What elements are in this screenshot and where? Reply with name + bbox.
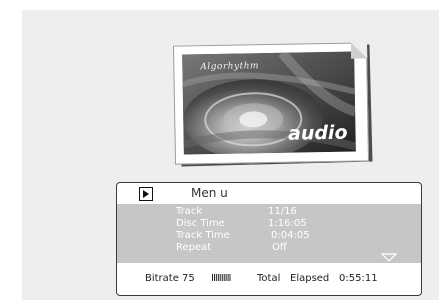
- info-label: Track: [176, 206, 203, 217]
- album-art-card: Algorhythm audio: [172, 42, 370, 165]
- info-value: 0:04:05: [271, 230, 310, 241]
- info-value: 1:16:05: [268, 218, 307, 229]
- info-label: Repeat: [176, 242, 212, 253]
- info-row-repeat: Repeat Off: [176, 242, 376, 254]
- page-curl-corner: [350, 42, 368, 59]
- now-playing-panel: Men u Track 11/16 Disc Time 1:16:05 Trac…: [116, 182, 422, 296]
- bitrate-label: Bitrate 75: [145, 273, 195, 284]
- status-bar: Bitrate 75 IIIIIIIIII Total Elapsed 0:55…: [117, 269, 421, 289]
- panel-header: Men u: [117, 183, 421, 204]
- info-row-track-time: Track Time 0:04:05: [176, 230, 376, 242]
- total-label: Total: [257, 273, 281, 284]
- menu-button[interactable]: Men u: [191, 186, 228, 200]
- elapsed-time: 0:55:11: [339, 273, 378, 284]
- down-arrow-icon[interactable]: [381, 253, 397, 262]
- track-info-block: Track 11/16 Disc Time 1:16:05 Track Time…: [117, 204, 421, 263]
- bitrate-meter: IIIIIIIIII: [211, 273, 231, 284]
- info-value: 11/16: [268, 206, 297, 217]
- play-icon[interactable]: [139, 187, 153, 201]
- info-value: Off: [272, 242, 287, 253]
- info-label: Track Time: [176, 230, 230, 241]
- player-screen: Algorhythm audio Men u Track 11/16 Disc …: [22, 10, 439, 300]
- elapsed-label: Elapsed: [290, 273, 330, 284]
- album-title-text: audio: [287, 121, 348, 145]
- album-brand-text: Algorhythm: [200, 61, 260, 73]
- album-cover-image: Algorhythm audio: [182, 51, 356, 155]
- info-label: Disc Time: [176, 218, 225, 229]
- info-row-disc-time: Disc Time 1:16:05: [176, 218, 376, 230]
- info-row-track: Track 11/16: [176, 206, 376, 218]
